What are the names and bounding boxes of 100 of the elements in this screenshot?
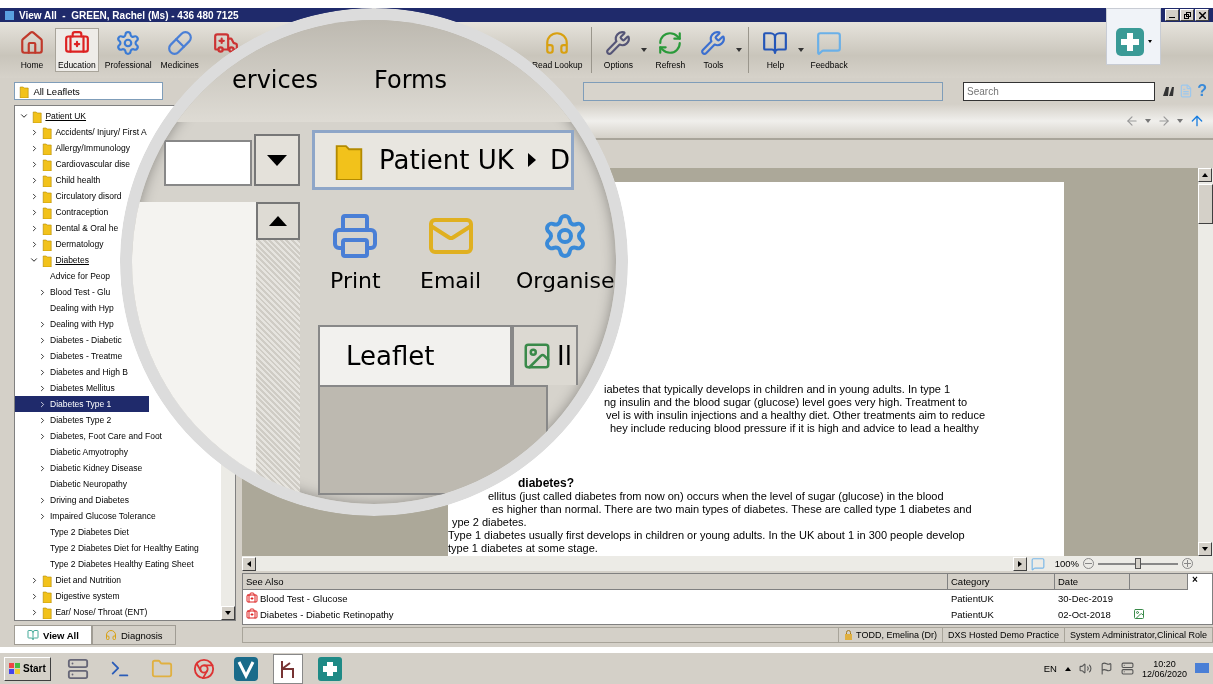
- folder-icon: [42, 125, 53, 139]
- breadcrumb-arrow-icon: [527, 153, 536, 167]
- flag-icon[interactable]: [1099, 662, 1113, 675]
- tree-item[interactable]: Contraception: [15, 204, 109, 220]
- tree-item[interactable]: Child health: [15, 172, 101, 188]
- action-button[interactable]: Organise: [516, 212, 615, 293]
- tree-item[interactable]: Diabetes Mellitus: [15, 380, 115, 396]
- show-desktop-icon[interactable]: [1195, 662, 1209, 675]
- tree-item[interactable]: Patient UK: [15, 108, 87, 124]
- scroll-up-button[interactable]: [256, 202, 300, 240]
- tree-item[interactable]: Dealing with Hyp: [15, 300, 114, 316]
- windows-logo-icon: [9, 662, 21, 675]
- table-cell-text: PatientUK: [950, 592, 995, 604]
- leaflet-text-line: ng insulin and the blood sugar (glucose) level goes very high. Treatment to: [603, 396, 969, 409]
- close-button[interactable]: ×: [1188, 574, 1198, 590]
- toolbar-button[interactable]: Read Lookup: [528, 28, 586, 72]
- tree-item[interactable]: Circulatory disord: [15, 188, 122, 204]
- tree-item[interactable]: Digestive system: [15, 588, 120, 604]
- zoom-slider-thumb[interactable]: [1135, 557, 1141, 569]
- caret-up-icon: [1202, 173, 1208, 177]
- tree-item[interactable]: Dermatology: [15, 236, 104, 252]
- leaflet-filter-dropdown[interactable]: All Leaflets: [14, 82, 164, 100]
- caret-icon[interactable]: [736, 48, 743, 52]
- table-row[interactable]: Diabetes - Diabetic Retinopathy PatientUK 02-Oct-2018: [243, 606, 1212, 622]
- menu-text[interactable]: ervices: [232, 66, 318, 94]
- panel-tab[interactable]: Diagnosis: [91, 625, 176, 645]
- tree-item[interactable]: Ear/ Nose/ Throat (ENT): [15, 604, 148, 620]
- scroll-down-button[interactable]: [1198, 542, 1212, 556]
- toolbar-button[interactable]: Feedback: [807, 28, 851, 72]
- tree-item[interactable]: Diet and Nutrition: [15, 572, 122, 588]
- leaflet-tab[interactable]: Il: [512, 325, 578, 385]
- leaflet-text-line: Type 1 diabetes usually first develops in children or young adults. In the UK about 1 in 300 people develop: [448, 529, 966, 542]
- close-icon: [1198, 11, 1206, 19]
- tree-item[interactable]: Type 2 Diabetes Diet: [15, 524, 129, 540]
- house-icon: [19, 30, 45, 56]
- books-icon: [27, 629, 39, 641]
- caret-icon[interactable]: [641, 48, 648, 52]
- tree-item[interactable]: Advice for Peop: [15, 268, 110, 284]
- medical-bag-icon: [246, 608, 258, 620]
- scroll-down-button[interactable]: [221, 606, 235, 620]
- breadcrumb-bar[interactable]: Patient UK D: [312, 130, 574, 190]
- column-header[interactable]: Category: [948, 574, 1055, 590]
- folder-icon: [42, 189, 53, 203]
- dropdown-field[interactable]: [164, 140, 252, 186]
- panel-tab[interactable]: View All: [14, 625, 92, 645]
- address-field[interactable]: [583, 81, 944, 101]
- tree-item[interactable]: Blood Test - Glu: [15, 284, 111, 300]
- toolbar-button[interactable]: Education: [55, 28, 99, 72]
- clock[interactable]: 10:20 12/06/2020: [1141, 658, 1187, 679]
- tree-item[interactable]: Dental & Oral he: [15, 220, 119, 236]
- table-cell-text: PatientUK: [950, 608, 995, 620]
- tree-item[interactable]: Diabetes Type 1: [15, 396, 150, 412]
- action-button[interactable]: Print: [330, 212, 381, 293]
- tree-item[interactable]: Dealing with Hyp: [15, 316, 114, 332]
- zoom-in-button[interactable]: [1182, 558, 1193, 569]
- scroll-left-button[interactable]: [242, 556, 256, 571]
- folder-icon: [32, 109, 43, 123]
- toolbar-button[interactable]: Refresh: [650, 28, 691, 72]
- scroll-right-button[interactable]: [1012, 556, 1027, 571]
- folder-icon: [42, 253, 53, 267]
- speech-bubble-icon: [816, 30, 843, 56]
- leaflet-tab[interactable]: Leaflet: [318, 325, 512, 385]
- start-button[interactable]: Start: [4, 656, 51, 681]
- action-button[interactable]: Email: [420, 212, 482, 293]
- toolbar-button[interactable]: Home: [12, 28, 52, 72]
- folder-icon: [42, 589, 53, 603]
- wrench-icon: [700, 30, 727, 56]
- toolbar-button[interactable]: Help: [755, 28, 796, 72]
- table-cell[interactable]: Diabetes - Diabetic Retinopathy: [243, 608, 948, 620]
- column-header[interactable]: Date: [1055, 574, 1130, 590]
- leaflet-text-line: es higher than normal. There are two main types of diabetes. These are called type 1 diabetes and: [491, 503, 973, 516]
- column-header[interactable]: See Also: [243, 574, 948, 590]
- scrollbar-thumb[interactable]: [1198, 184, 1213, 224]
- caret-up-icon: [269, 216, 287, 226]
- language-indicator[interactable]: EN: [1043, 663, 1057, 674]
- tree-item[interactable]: Diabetes - Diabetic: [15, 332, 122, 348]
- toolbar-button[interactable]: Medicines: [157, 28, 202, 72]
- tree-item[interactable]: Type 2 Diabetes Healthy Eating Sheet: [15, 556, 194, 572]
- chevron-down-icon[interactable]: [19, 111, 29, 121]
- close-button[interactable]: [1195, 9, 1209, 21]
- minimize-button[interactable]: [1165, 9, 1179, 21]
- menu-text[interactable]: Forms: [374, 66, 447, 94]
- tree-item[interactable]: Diabetes: [15, 252, 89, 268]
- toolbar-button[interactable]: Tools: [693, 28, 734, 72]
- search-field[interactable]: Search: [963, 81, 1156, 101]
- table-row[interactable]: Blood Test - Glucose PatientUK 30-Dec-2019: [243, 590, 1212, 606]
- table-cell[interactable]: Blood Test - Glucose: [243, 592, 948, 604]
- status-text: System Administrator,Clinical Role: [1069, 630, 1207, 640]
- tree-item[interactable]: Type 2 Diabetes Diet for Healthy Eating: [15, 540, 199, 556]
- caret-down-icon: [225, 611, 231, 615]
- ambulance-icon[interactable]: [212, 30, 239, 56]
- leaflet-text-line: type 1 diabetes at some stage.: [448, 542, 599, 555]
- chevron-down-icon[interactable]: [29, 255, 39, 265]
- caret-icon[interactable]: [798, 48, 805, 52]
- tree-item[interactable]: Diabetes - Treatme: [15, 348, 123, 364]
- toolbar-button[interactable]: Professional: [101, 28, 155, 72]
- dropdown-button[interactable]: [254, 134, 300, 186]
- window-title: View All - GREEN, Rachel (Ms) - 436 480 7125: [19, 9, 239, 21]
- tree-item[interactable]: Diabetes Type 2: [15, 412, 112, 428]
- restore-button[interactable]: [1180, 9, 1194, 21]
